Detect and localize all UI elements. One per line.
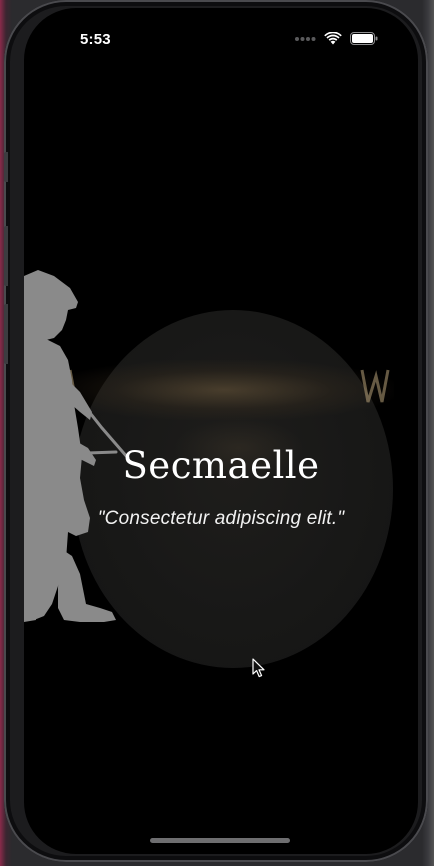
app-title: Secmaelle (122, 444, 320, 487)
volume-down-button (4, 304, 8, 364)
status-time: 5:53 (80, 31, 111, 48)
wifi-icon (324, 32, 342, 45)
home-indicator[interactable] (150, 838, 290, 843)
mouse-pointer-icon (252, 658, 265, 678)
status-icons (294, 32, 378, 45)
cellular-dots-icon (295, 36, 316, 41)
archer-silhouette (24, 270, 130, 622)
silent-switch (4, 152, 8, 182)
splash-scene: Secmaelle "Consectetur adipiscing elit." (24, 8, 418, 854)
status-bar: 5:53 (24, 8, 418, 58)
app-tagline-quote: "Consectetur adipiscing elit." (97, 508, 345, 529)
volume-up-button (4, 226, 8, 286)
app-screen[interactable]: Secmaelle "Consectetur adipiscing elit."… (24, 8, 418, 854)
battery-icon (350, 32, 378, 45)
phone-frame: Secmaelle "Consectetur adipiscing elit."… (4, 0, 428, 862)
